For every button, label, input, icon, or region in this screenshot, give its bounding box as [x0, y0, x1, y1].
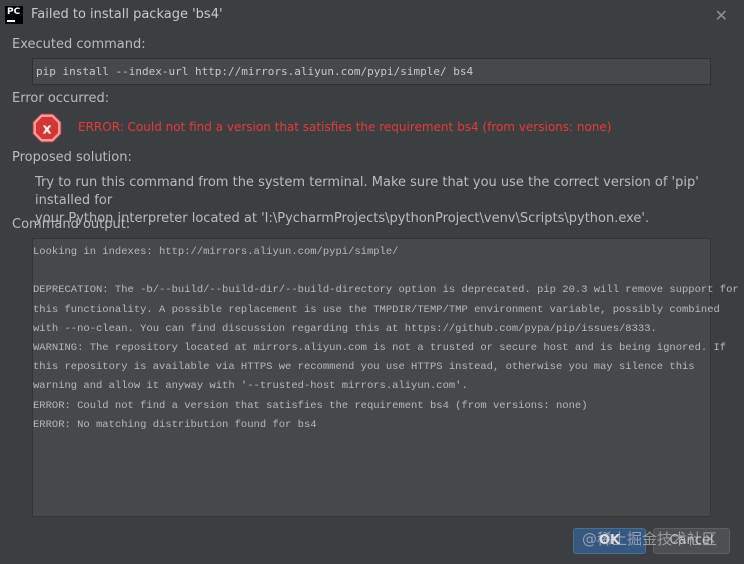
output-line: this functionality. A possible replaceme…: [33, 303, 720, 316]
output-line: DEPRECATION: The -b/--build/--build-dir/…: [33, 284, 739, 297]
output-line: with --no-clean. You can find discussion…: [33, 322, 657, 335]
error-icon: x: [32, 113, 62, 143]
solution-line: Try to run this command from the system …: [35, 175, 699, 208]
error-occurred-label: Error occurred:: [12, 91, 110, 106]
proposed-solution-label: Proposed solution:: [12, 150, 132, 165]
proposed-solution-text: Try to run this command from the system …: [35, 174, 725, 228]
watermark: @稀土掘金技术社区: [582, 530, 718, 548]
output-line: ERROR: Could not find a version that sat…: [33, 399, 588, 412]
command-output-area[interactable]: Looking in indexes: http://mirrors.aliyu…: [32, 238, 739, 517]
output-line: ERROR: No matching distribution found fo…: [33, 418, 317, 431]
output-line: this repository is available via HTTPS w…: [33, 361, 695, 374]
executed-command-label: Executed command:: [12, 37, 146, 52]
close-icon[interactable]: ✕: [715, 6, 728, 25]
pycharm-logo-icon: PC: [5, 6, 23, 24]
title-bar: PC Failed to install package 'bs4' ✕: [0, 0, 744, 30]
svg-text:x: x: [42, 122, 51, 138]
output-line: WARNING: The repository located at mirro…: [33, 341, 727, 354]
app-icon-text: PC: [7, 7, 21, 17]
solution-line: your Python interpreter located at 'I:\P…: [35, 211, 650, 226]
output-line: Looking in indexes: http://mirrors.aliyu…: [33, 246, 399, 258]
executed-command-field[interactable]: pip install --index-url http://mirrors.a…: [32, 58, 711, 85]
command-output-label: Command output:: [12, 217, 131, 232]
dialog-title: Failed to install package 'bs4': [31, 7, 223, 22]
error-message: ERROR: Could not find a version that sat…: [78, 120, 612, 134]
output-line: warning and allow it anyway with '--trus…: [33, 380, 468, 393]
